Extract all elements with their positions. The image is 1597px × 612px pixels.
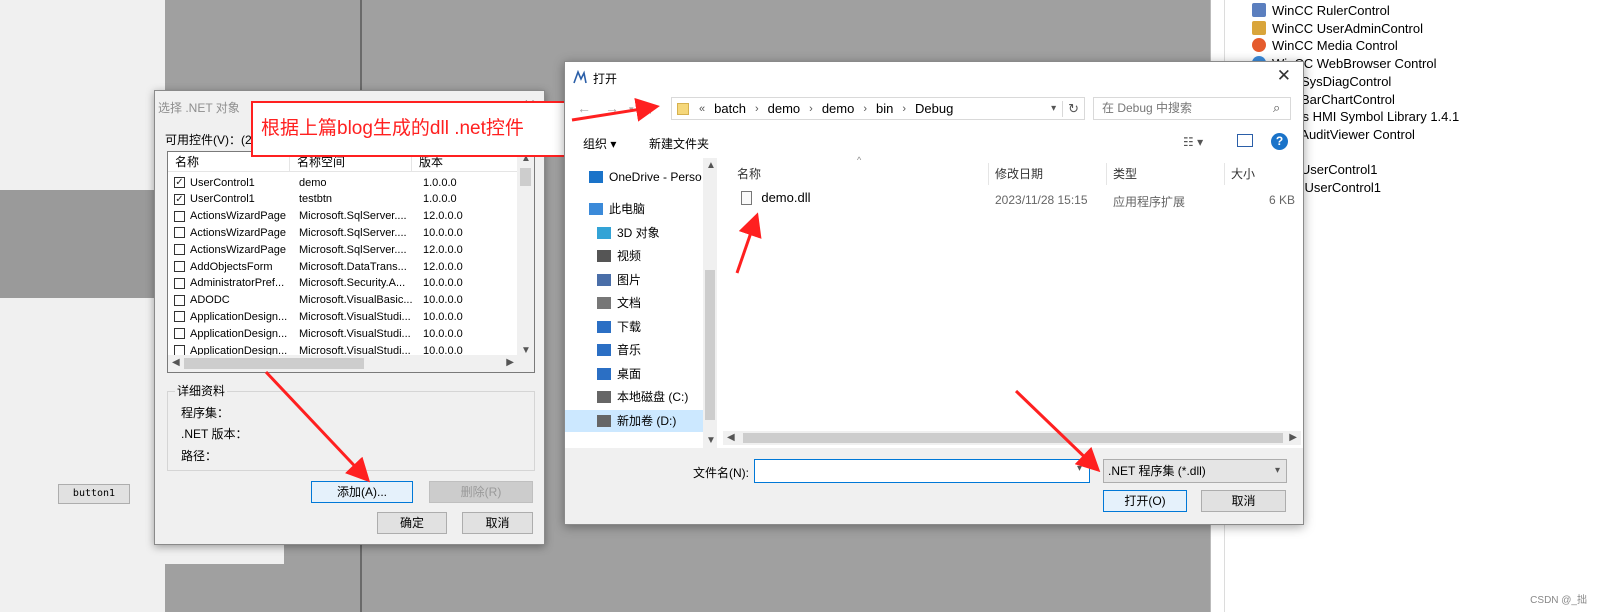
arrow-to-path bbox=[571, 97, 660, 122]
arrow-to-dll bbox=[735, 212, 762, 274]
annotation-arrows bbox=[264, 97, 1101, 483]
watermark-credit: CSDN @_拙 bbox=[1530, 595, 1587, 606]
arrow-to-add bbox=[264, 370, 371, 483]
arrow-to-filetype bbox=[1014, 389, 1101, 473]
